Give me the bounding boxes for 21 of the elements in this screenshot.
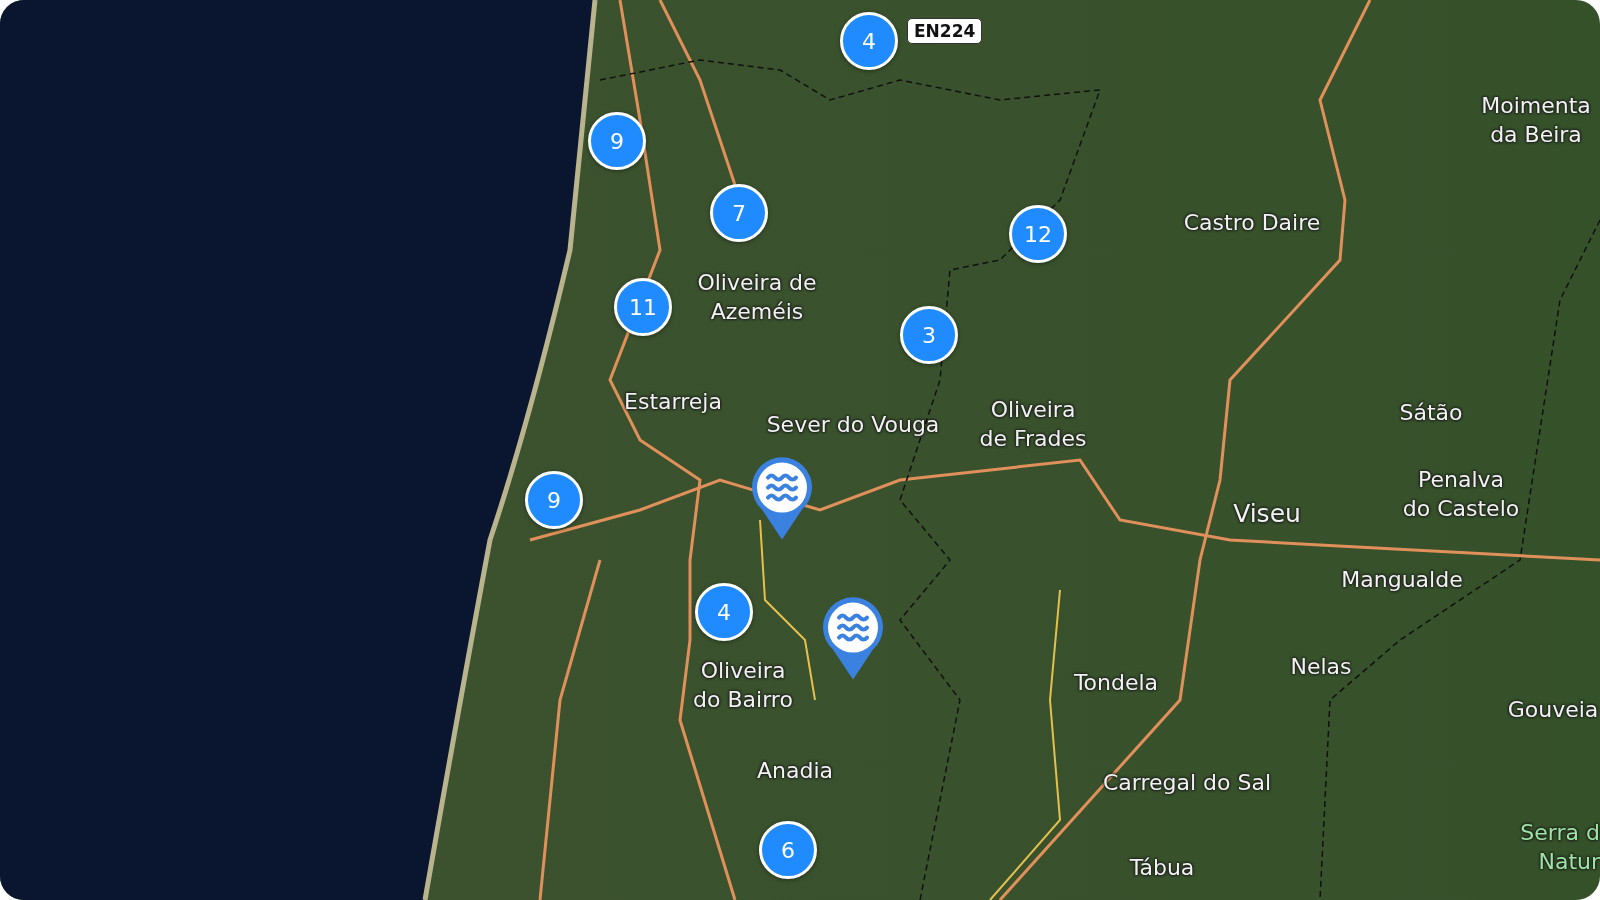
place-label: Nelas: [1290, 652, 1352, 681]
place-label: Tondela: [1073, 668, 1159, 697]
place-label: Mangualde: [1341, 565, 1463, 594]
place-label: Castro Daire: [1183, 208, 1321, 237]
place-label: Estarreja: [624, 387, 722, 416]
place-label: Oliveira de Azeméis: [697, 269, 817, 326]
place-label: Sátão: [1399, 398, 1463, 427]
place-label: Carregal do Sal: [1102, 768, 1272, 797]
place-label: Moimenta da Beira: [1481, 92, 1591, 149]
place-label: Oliveira de Frades: [979, 396, 1087, 453]
road-number-label: EN224: [907, 18, 983, 44]
place-label: Oliveira do Bairro: [693, 657, 793, 714]
place-label: Penalva do Castelo: [1402, 466, 1520, 523]
place-label: Gouveia: [1507, 695, 1599, 724]
place-label: Sever do Vouga: [766, 410, 940, 439]
place-label: Serra d Natur: [1520, 819, 1600, 876]
place-label: Anadia: [757, 756, 833, 785]
place-label: Viseu: [1233, 498, 1301, 528]
wave-pin-icon[interactable]: [821, 595, 885, 682]
place-label: Tábua: [1129, 853, 1195, 882]
wave-pin-icon[interactable]: [750, 455, 814, 542]
